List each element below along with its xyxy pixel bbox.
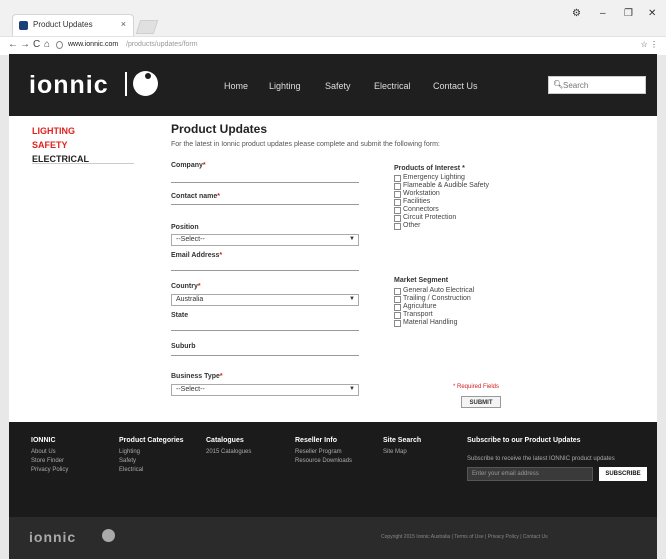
footer-link[interactable]: 2015 Catalogues xyxy=(206,449,251,455)
browser-tab[interactable]: Product Updates × xyxy=(12,14,134,36)
email-field[interactable] xyxy=(171,268,359,271)
url-path: /products/updates/form xyxy=(126,41,198,48)
checkbox[interactable] xyxy=(394,191,401,198)
url-domain: www.ionnic.com xyxy=(68,41,119,48)
checkbox[interactable] xyxy=(394,183,401,190)
footer-col-head: Product Categories xyxy=(119,437,184,444)
subscribe-email-field[interactable]: Enter your email address xyxy=(467,467,593,481)
country-label: Country* xyxy=(171,283,201,290)
state-label: State xyxy=(171,312,189,319)
footer-link[interactable]: Electrical xyxy=(119,467,143,473)
sidebar-divider xyxy=(32,163,134,164)
page-title: Product Updates xyxy=(171,122,268,136)
footer-col-head: IONNIC xyxy=(31,437,56,444)
search-icon: 🔍︎ xyxy=(553,80,564,89)
new-tab-button[interactable] xyxy=(135,20,159,34)
footer-link[interactable]: Site Map xyxy=(383,449,407,455)
chevron-down-icon: ▼ xyxy=(349,386,355,392)
footer-link[interactable]: Store Finder xyxy=(31,458,64,464)
logo-divider xyxy=(125,72,127,96)
checkbox[interactable] xyxy=(394,288,401,295)
url-input[interactable]: www.ionnic.com /products/updates/form xyxy=(56,39,631,52)
footer-col-head: Site Search xyxy=(383,437,422,444)
footer-link[interactable]: Resource Downloads xyxy=(295,458,352,464)
tab-title: Product Updates xyxy=(33,20,93,29)
subscribe-text: Subscribe to receive the latest IONNIC p… xyxy=(467,456,615,462)
favicon-icon xyxy=(19,21,28,30)
forward-icon[interactable]: → xyxy=(20,39,30,50)
settings-icon[interactable]: ⚙ xyxy=(572,8,581,19)
reload-icon[interactable]: C xyxy=(33,39,40,50)
contact-name-field[interactable] xyxy=(171,202,359,205)
footer-link[interactable]: Lighting xyxy=(119,449,140,455)
checkbox[interactable] xyxy=(394,304,401,311)
business-type-select[interactable]: --Select-- ▼ xyxy=(171,384,359,396)
business-type-label: Business Type* xyxy=(171,373,223,380)
nav-lighting[interactable]: Lighting xyxy=(269,81,301,91)
country-select[interactable]: Australia ▼ xyxy=(171,294,359,306)
sidebar-item-lighting[interactable]: LIGHTING xyxy=(32,126,75,136)
sidebar-item-safety[interactable]: SAFETY xyxy=(32,140,68,150)
site-footer: IONNIC About Us Store Finder Privacy Pol… xyxy=(9,422,657,559)
logo-mark-icon xyxy=(133,71,158,96)
nav-safety[interactable]: Safety xyxy=(325,81,351,91)
minimize-button[interactable]: – xyxy=(600,8,606,19)
address-bar: ← → C ⌂ www.ionnic.com /products/updates… xyxy=(0,36,666,55)
search-input[interactable] xyxy=(563,79,641,91)
site-header: ionnic Home Lighting Safety Electrical C… xyxy=(9,54,657,116)
checkbox[interactable] xyxy=(394,296,401,303)
checkbox[interactable] xyxy=(394,320,401,327)
contact-name-label: Contact name* xyxy=(171,193,221,200)
state-field[interactable] xyxy=(171,328,359,331)
footer-col-head: Catalogues xyxy=(206,437,244,444)
footer-link[interactable]: Safety xyxy=(119,458,136,464)
market-title: Market Segment xyxy=(394,277,449,284)
subscribe-button[interactable]: SUBSCRIBE xyxy=(599,467,647,481)
footer-bottom-bar: ionnic Copyright 2015 Ionnic Australia |… xyxy=(9,517,657,559)
page-intro: For the latest in Ionnic product updates… xyxy=(171,141,440,148)
suburb-label: Suburb xyxy=(171,343,196,350)
required-note: * Required Fields xyxy=(453,384,500,390)
bookmark-menu-icons[interactable]: ☆ ⋮ xyxy=(641,40,658,49)
email-label: Email Address* xyxy=(171,252,223,259)
checkbox[interactable] xyxy=(394,215,401,222)
back-icon[interactable]: ← xyxy=(8,39,18,50)
page-info-icon[interactable] xyxy=(56,41,63,49)
tab-close-icon[interactable]: × xyxy=(121,19,126,29)
checkbox[interactable] xyxy=(394,207,401,214)
checkbox[interactable] xyxy=(394,223,401,230)
company-label: Company* xyxy=(171,162,206,169)
subscribe-title: Subscribe to our Product Updates xyxy=(467,437,581,444)
chevron-down-icon: ▼ xyxy=(349,236,355,242)
suburb-field[interactable] xyxy=(171,353,359,356)
nav-home[interactable]: Home xyxy=(224,81,248,91)
close-window-button[interactable]: ✕ xyxy=(648,8,656,19)
footer-logo[interactable]: ionnic xyxy=(29,529,76,545)
position-select[interactable]: --Select-- ▼ xyxy=(171,234,359,246)
footer-legal-links[interactable]: Copyright 2015 Ionnic Australia | Terms … xyxy=(381,534,548,540)
maximize-button[interactable]: ❐ xyxy=(624,8,633,19)
nav-electrical[interactable]: Electrical xyxy=(374,81,411,91)
footer-link[interactable]: Reseller Program xyxy=(295,449,342,455)
products-title: Products of Interest * xyxy=(394,165,465,172)
chevron-down-icon: ▼ xyxy=(349,296,355,302)
submit-button[interactable]: SUBMIT xyxy=(461,396,501,408)
browser-chrome: Product Updates × ⚙ – ❐ ✕ ← → C ⌂ www.io… xyxy=(0,0,666,55)
home-icon[interactable]: ⌂ xyxy=(44,39,50,50)
footer-link[interactable]: Privacy Policy xyxy=(31,467,68,473)
position-label: Position xyxy=(171,224,199,231)
checkbox[interactable] xyxy=(394,312,401,319)
footer-link[interactable]: About Us xyxy=(31,449,56,455)
nav-contact-us[interactable]: Contact Us xyxy=(433,81,478,91)
footer-logo-mark-icon xyxy=(102,529,115,542)
site-logo[interactable]: ionnic xyxy=(29,71,109,100)
web-page: ionnic Home Lighting Safety Electrical C… xyxy=(9,54,657,559)
footer-col-head: Reseller Info xyxy=(295,437,338,444)
checkbox[interactable] xyxy=(394,175,401,182)
checkbox[interactable] xyxy=(394,199,401,206)
company-field[interactable] xyxy=(171,180,359,183)
site-search[interactable]: 🔍︎ xyxy=(548,76,646,94)
